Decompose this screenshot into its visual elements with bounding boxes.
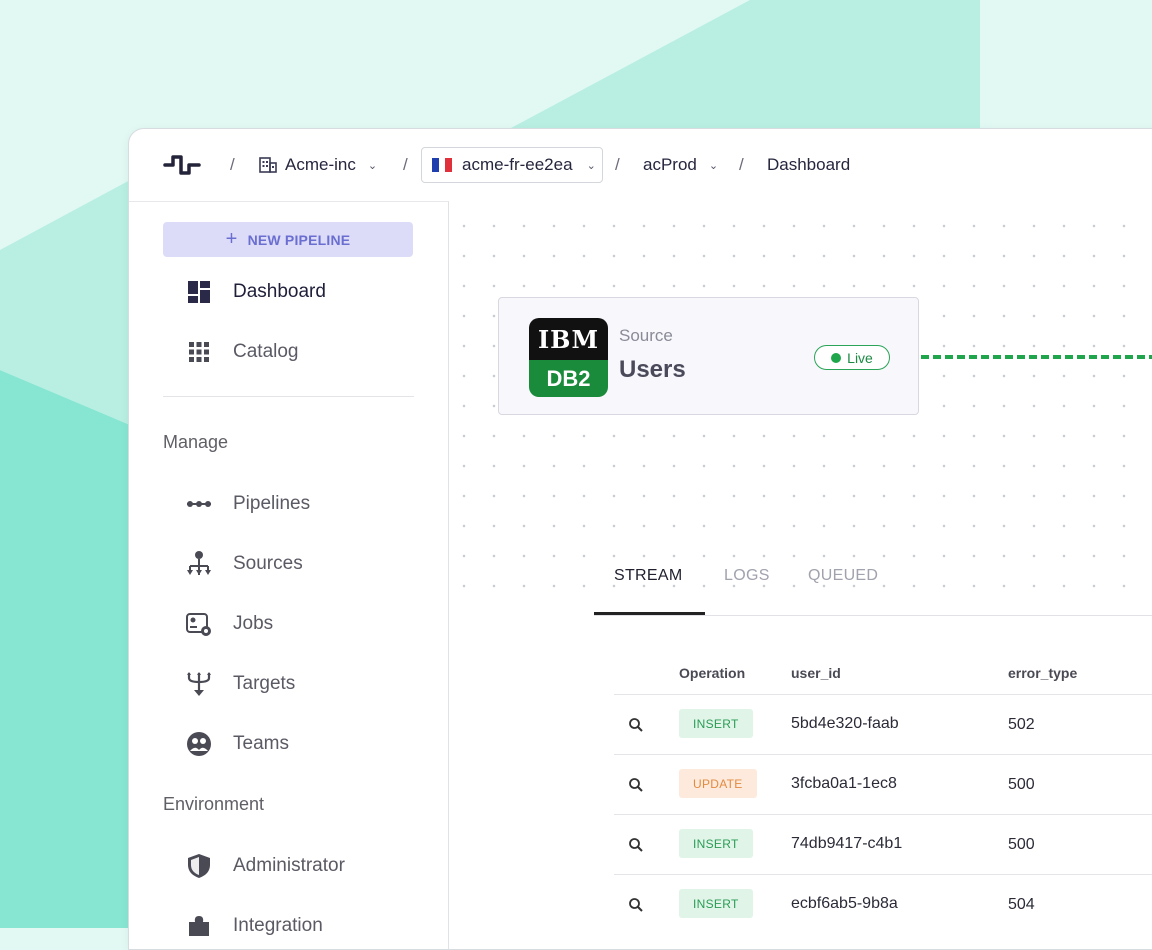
puzzle-icon <box>189 916 209 936</box>
column-header-operation: Operation <box>679 665 746 681</box>
sidebar-item-label: Integration <box>233 915 323 936</box>
shield-icon <box>188 854 210 878</box>
project-selector[interactable]: acProd ⌄ <box>643 155 718 175</box>
user-id-cell: 74db9417-c4b1 <box>791 835 903 852</box>
user-id-cell: ecbf6ab5-9b8a <box>791 895 898 912</box>
sidebar-item-label: Catalog <box>233 341 299 362</box>
error-type-cell: 504 <box>1008 896 1035 913</box>
search-icon[interactable] <box>628 717 644 733</box>
source-name: Users <box>619 356 686 383</box>
france-flag-icon <box>432 158 453 172</box>
sidebar-item-targets[interactable]: Targets <box>185 669 295 699</box>
table-row[interactable]: INSERT 5bd4e320-faab 502 <box>614 694 1152 755</box>
tab-logs[interactable]: LOGS <box>724 567 770 585</box>
teams-icon <box>187 732 211 756</box>
operation-badge: INSERT <box>679 889 753 918</box>
column-header-user-id: user_id <box>791 665 841 681</box>
org-name: Acme-inc <box>285 155 356 174</box>
sidebar-item-label: Targets <box>233 673 296 694</box>
breadcrumb-separator: / <box>615 155 620 174</box>
environment-heading: Environment <box>163 794 265 814</box>
breadcrumb-current-page: Dashboard <box>767 155 850 175</box>
user-id-cell: 3fcba0a1-1ec8 <box>791 775 897 792</box>
live-dot-icon <box>831 352 842 363</box>
app-window: / Acme-inc ⌄ / acme-fr-ee2ea ⌄ / acProd … <box>128 128 1152 950</box>
sidebar-item-label: Pipelines <box>233 493 311 514</box>
error-type-cell: 500 <box>1008 776 1035 793</box>
current-page-label: Dashboard <box>767 155 851 174</box>
chevron-down-icon: ⌄ <box>708 159 719 172</box>
targets-icon <box>187 672 211 696</box>
table-row[interactable]: INSERT 74db9417-c4b1 500 <box>614 814 1152 875</box>
dashboard-icon <box>188 281 210 303</box>
search-icon[interactable] <box>628 777 644 793</box>
operation-badge: INSERT <box>679 829 753 858</box>
error-type-cell: 500 <box>1008 836 1035 853</box>
environment-selector[interactable]: acme-fr-ee2ea ⌄ <box>421 147 603 183</box>
environment-name: acme-fr-ee2ea <box>462 155 573 174</box>
tab-stream[interactable]: STREAM <box>614 567 682 585</box>
sidebar-item-label: Administrator <box>233 855 345 876</box>
sidebar-item-catalog[interactable]: Catalog <box>185 337 299 367</box>
error-type-cell: 502 <box>1008 716 1035 733</box>
sidebar-item-label: Jobs <box>233 613 274 634</box>
pipeline-connection-line <box>921 355 1152 359</box>
sidebar-item-label: Teams <box>233 733 289 754</box>
chevron-down-icon: ⌄ <box>586 159 596 172</box>
jobs-icon <box>186 613 211 636</box>
table-row[interactable]: INSERT ecbf6ab5-9b8a 504 <box>614 874 1152 935</box>
user-id-cell: 5bd4e320-faab <box>791 715 899 732</box>
manage-heading: Manage <box>163 432 229 452</box>
tab-bar: STREAM LOGS QUEUED <box>594 549 1152 616</box>
sidebar: + NEW PIPELINE Dashboard Catalog Manage <box>129 201 449 949</box>
org-selector[interactable]: Acme-inc ⌄ <box>259 155 377 175</box>
operation-badge: INSERT <box>679 709 753 738</box>
new-pipeline-label: NEW PIPELINE <box>247 231 351 248</box>
sidebar-item-dashboard[interactable]: Dashboard <box>185 277 326 307</box>
plus-icon: + <box>225 228 238 250</box>
sidebar-item-sources[interactable]: Sources <box>185 549 303 579</box>
search-icon[interactable] <box>628 837 644 853</box>
app-logo-icon[interactable] <box>163 151 203 179</box>
source-node-card[interactable]: IBM DB2 Source Users Live <box>498 297 919 415</box>
breadcrumb-separator: / <box>403 155 408 174</box>
sources-icon <box>187 551 211 575</box>
ibm-db2-logo: IBM DB2 <box>529 318 608 397</box>
search-icon[interactable] <box>628 897 644 913</box>
pipeline-icon <box>187 501 211 507</box>
sidebar-item-pipelines[interactable]: Pipelines <box>185 489 310 519</box>
db-logo-top-text: IBM <box>537 324 600 354</box>
sidebar-item-integration[interactable]: Integration <box>185 911 323 941</box>
sidebar-divider <box>163 396 414 397</box>
status-badge: Live <box>814 345 890 370</box>
sidebar-item-label: Sources <box>233 553 303 574</box>
source-type-label: Source <box>619 326 673 345</box>
status-label: Live <box>847 349 873 366</box>
building-icon <box>259 157 277 173</box>
top-bar: / Acme-inc ⌄ / acme-fr-ee2ea ⌄ / acProd … <box>129 129 1152 201</box>
breadcrumb-separator: / <box>739 155 744 174</box>
grid-icon <box>189 342 209 362</box>
column-header-error-type: error_type <box>1008 665 1078 681</box>
breadcrumb-separator: / <box>230 155 235 174</box>
tab-queued[interactable]: QUEUED <box>808 567 878 585</box>
table-row[interactable]: UPDATE 3fcba0a1-1ec8 500 <box>614 754 1152 815</box>
active-tab-indicator <box>594 612 705 615</box>
operation-badge: UPDATE <box>679 769 757 798</box>
sidebar-item-jobs[interactable]: Jobs <box>185 609 273 639</box>
db-logo-bottom-text: DB2 <box>529 360 608 397</box>
chevron-down-icon: ⌄ <box>367 159 378 172</box>
sidebar-item-administrator[interactable]: Administrator <box>185 851 345 881</box>
project-name: acProd <box>643 155 697 174</box>
sidebar-item-teams[interactable]: Teams <box>185 729 289 759</box>
sidebar-item-label: Dashboard <box>233 281 326 302</box>
new-pipeline-button[interactable]: + NEW PIPELINE <box>163 222 413 257</box>
